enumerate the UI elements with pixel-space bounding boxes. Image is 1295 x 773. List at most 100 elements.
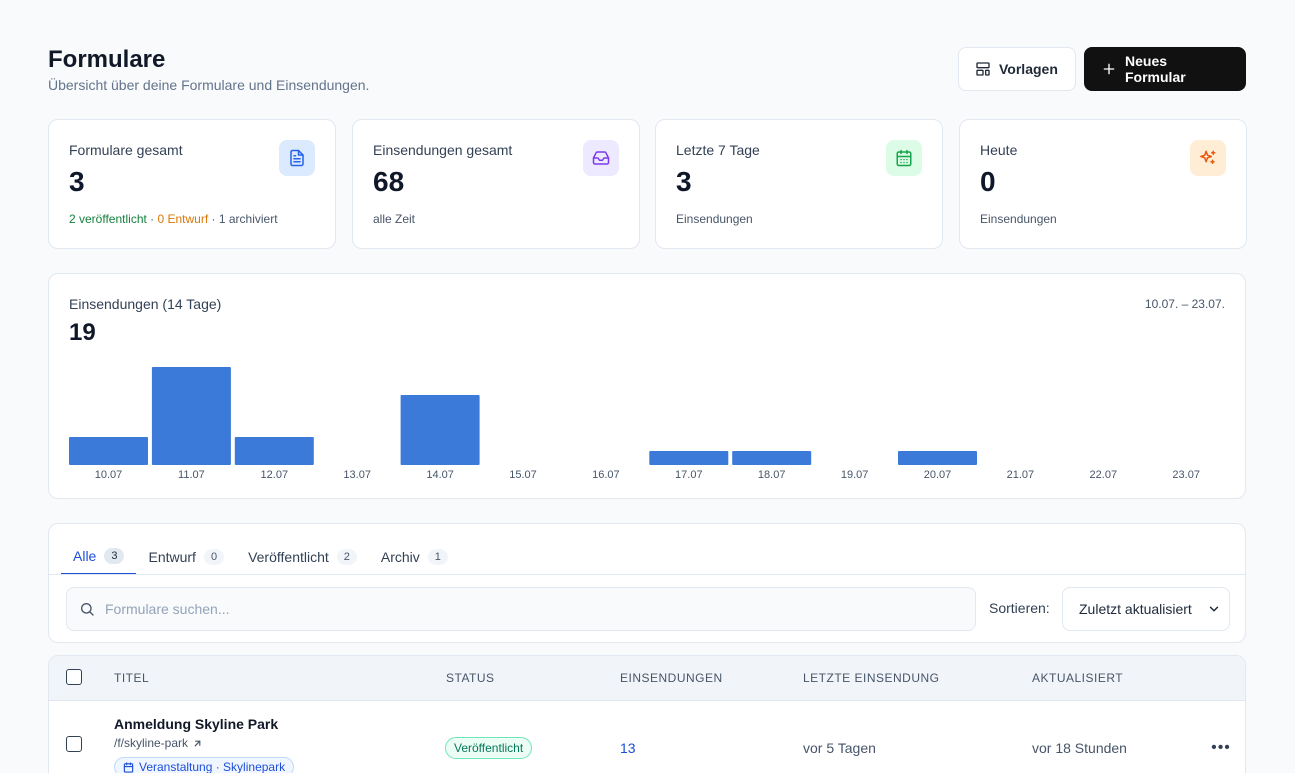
sort-label: Sortieren: <box>989 600 1050 616</box>
chart-tick-label: 18.07 <box>758 469 786 481</box>
select-all-checkbox[interactable] <box>66 669 82 685</box>
chart-bar-18.07 <box>732 451 812 465</box>
chart-tick-label: 17.07 <box>675 469 703 481</box>
inbox-icon <box>583 140 619 176</box>
tabs-divider <box>49 574 1245 575</box>
tab-all[interactable]: Alle 3 <box>61 538 137 575</box>
row-checkbox[interactable] <box>66 736 82 752</box>
form-tag: Veranstaltung · Skylinepark <box>114 757 295 773</box>
kpi-value: 3 <box>676 166 692 197</box>
status-badge: Veröffentlicht <box>445 737 533 759</box>
column-header-updated[interactable]: AKTUALISIERT <box>1032 671 1123 685</box>
sparkles-icon <box>1190 140 1226 176</box>
row-actions-menu-icon[interactable]: ••• <box>1211 738 1231 758</box>
separator: · <box>208 212 219 226</box>
kpi-card-last-7-days: Letzte 7 Tage 3 Einsendungen <box>655 119 943 249</box>
kpi-label: Heute <box>980 142 1018 158</box>
plus-icon <box>1103 63 1115 75</box>
submissions-bar-chart: 10.07 11.07 12.07 13.07 14.07 15.07 16.07 17.07… <box>69 367 1200 481</box>
chart-tick-label: 21.07 <box>1007 469 1035 481</box>
page-header: Formulare Übersicht über deine Formulare… <box>48 44 1246 96</box>
templates-button-label: Vorlagen <box>999 61 1058 77</box>
kpi-label: Letzte 7 Tage <box>676 142 760 158</box>
chart-bar-12.07 <box>234 437 314 465</box>
tab-archive[interactable]: Archiv 1 <box>369 538 460 575</box>
kpi-value: 0 <box>980 166 996 197</box>
chart-date-range: 10.07. – 23.07. <box>1144 297 1225 311</box>
chart-title: Einsendungen (14 Tage) <box>69 296 222 312</box>
updated-at: vor 18 Stunden <box>1032 740 1127 756</box>
new-form-button-label: Neues Formular <box>1125 53 1186 85</box>
tab-label: Entwurf <box>148 548 196 565</box>
tab-published[interactable]: Veröffentlicht 2 <box>236 538 369 575</box>
table-header: TITEL STATUS EINSENDUNGEN LETZTE EINSEND… <box>49 656 1245 701</box>
filter-card: Alle 3 Entwurf 0 Veröffentlicht 2 Archiv… <box>48 523 1246 643</box>
last-submission: vor 5 Tagen <box>803 740 876 756</box>
column-header-title[interactable]: TITEL <box>114 671 149 685</box>
page-subtitle: Übersicht über deine Formulare und Einse… <box>48 77 370 93</box>
new-form-button[interactable]: Neues Formular <box>1084 47 1246 91</box>
chart-tick-label: 23.07 <box>1172 469 1200 481</box>
tab-count: 2 <box>336 548 357 565</box>
chart-tick-label: 14.07 <box>426 469 454 481</box>
table-row[interactable]: Anmeldung Skyline Park /f/skyline-park V… <box>49 702 1245 773</box>
chart-total: 19 <box>69 319 96 346</box>
search-input[interactable] <box>105 601 965 617</box>
chart-tick-label: 16.07 <box>592 469 620 481</box>
chart-tick-label: 11.07 <box>178 469 205 481</box>
sort-select[interactable]: Zuletzt aktualisiert <box>1062 587 1230 631</box>
kpi-card-submissions-total: Einsendungen gesamt 68 alle Zeit <box>352 119 640 249</box>
kpi-label: Formulare gesamt <box>69 142 183 158</box>
kpi-value: 3 <box>69 166 85 197</box>
tab-count: 0 <box>203 548 225 565</box>
calendar-icon <box>123 761 134 773</box>
chart-tick-label: 22.07 <box>1090 469 1118 481</box>
chart-bar-10.07 <box>69 437 148 465</box>
archived-count: 1 archiviert <box>218 212 278 226</box>
chart-tick-label: 20.07 <box>924 469 952 481</box>
chart-tick-label: 13.07 <box>343 469 371 481</box>
draft-count: 0 Entwurf <box>157 212 209 226</box>
chart-tick-label: 19.07 <box>841 469 869 481</box>
status-tabs: Alle 3 Entwurf 0 Veröffentlicht 2 Archiv… <box>61 538 460 575</box>
submissions-count[interactable]: 13 <box>620 740 636 756</box>
chart-bar-11.07 <box>151 367 231 465</box>
search-icon <box>81 603 94 616</box>
form-title[interactable]: Anmeldung Skyline Park <box>114 716 278 732</box>
kpi-label: Einsendungen gesamt <box>373 142 513 158</box>
tab-count: 1 <box>427 548 448 565</box>
chart-tick-label: 15.07 <box>509 469 537 481</box>
tab-draft[interactable]: Entwurf 0 <box>136 538 236 575</box>
tab-label: Veröffentlicht <box>248 548 329 565</box>
tab-count: 3 <box>104 547 125 564</box>
chart-bar-14.07 <box>400 395 480 465</box>
column-header-status[interactable]: STATUS <box>446 671 495 685</box>
document-icon <box>279 140 315 176</box>
chart-tick-label: 12.07 <box>261 469 289 481</box>
templates-button[interactable]: Vorlagen <box>958 47 1076 91</box>
forms-table: TITEL STATUS EINSENDUNGEN LETZTE EINSEND… <box>48 655 1246 773</box>
search-field <box>66 587 976 631</box>
column-header-submissions[interactable]: EINSENDUNGEN <box>620 671 723 685</box>
form-slug: /f/skyline-park <box>114 736 189 750</box>
chevron-down-icon <box>1209 606 1219 612</box>
layout-template-icon <box>976 62 990 76</box>
sort-select-value: Zuletzt aktualisiert <box>1079 601 1192 617</box>
published-count: 2 veröffentlicht <box>69 212 147 226</box>
page-title: Formulare <box>48 46 166 73</box>
kpi-sub: alle Zeit <box>373 212 416 226</box>
kpi-cards: Formulare gesamt 3 2 veröffentlicht · 0 … <box>48 119 1247 249</box>
tab-label: Archiv <box>380 548 420 565</box>
chart-bar-17.07 <box>649 451 729 465</box>
form-slug-link[interactable]: /f/skyline-park <box>114 736 203 750</box>
kpi-status-breakdown: 2 veröffentlicht · 0 Entwurf · 1 archivi… <box>69 212 278 226</box>
column-header-last-submission[interactable]: LETZTE EINSENDUNG <box>803 671 940 685</box>
kpi-card-forms-total: Formulare gesamt 3 2 veröffentlicht · 0 … <box>48 119 336 249</box>
chart-tick-label: 10.07 <box>95 469 123 481</box>
separator: · <box>146 212 158 226</box>
submissions-chart-card: Einsendungen (14 Tage) 19 10.07. – 23.07… <box>48 273 1246 499</box>
kpi-value: 68 <box>373 166 405 197</box>
external-link-icon <box>194 740 201 746</box>
calendar-icon <box>886 140 922 176</box>
kpi-sub: Einsendungen <box>980 212 1057 226</box>
